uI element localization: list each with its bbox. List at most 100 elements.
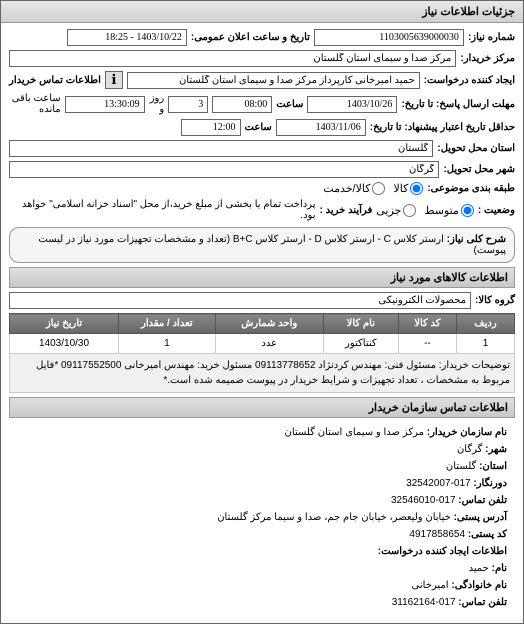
- contact-section-title: اطلاعات تماس سازمان خریدار: [9, 397, 515, 418]
- notes-label: توضیحات خریدار:: [439, 360, 510, 371]
- radio-medium[interactable]: متوسط: [424, 204, 474, 217]
- city-label: شهر محل تحویل:: [443, 164, 515, 175]
- family-label: نام خانوادگی:: [451, 580, 507, 591]
- radio-all-input[interactable]: [410, 182, 423, 195]
- row-request-no: شماره نیاز: تاریخ و ساعت اعلان عمومی:: [9, 29, 515, 46]
- table-head: ردیف کد کالا نام کالا واحد شمارش تعداد /…: [10, 314, 515, 334]
- keywords-text: ارستر کلاس C - ارستر کلاس D - ارستر کلاس…: [38, 234, 506, 256]
- contact-address: آدرس پستی: خیابان ولیعصر، خیابان جام جم،…: [17, 509, 507, 526]
- org-label: نام سازمان خریدار:: [427, 427, 507, 438]
- validity-time-label: ساعت: [245, 122, 272, 133]
- row-city: شهر محل تحویل:: [9, 161, 515, 178]
- contact-tel: تلفن تماس: 017-31162164: [17, 594, 507, 611]
- category-label: طبقه بندی موضوعی:: [427, 183, 515, 194]
- row-category: طبقه بندی موضوعی: کالا کالا/خدمت: [9, 182, 515, 195]
- contact-phone: تلفن تماس: 017-32546010: [17, 492, 507, 509]
- row-buyer-center: مرکز خریدار:: [9, 50, 515, 67]
- category-radio-group: کالا کالا/خدمت: [323, 182, 423, 195]
- radio-goods-label: کالا/خدمت: [323, 182, 370, 195]
- keywords-label: شرح کلی نیاز:: [447, 234, 506, 245]
- validity-date-input[interactable]: [276, 119, 366, 136]
- cell-code: --: [398, 334, 456, 354]
- deadline-date-input[interactable]: [307, 96, 397, 113]
- buyer-center-input[interactable]: [9, 50, 456, 67]
- details-panel: جزئیات اطلاعات نیاز شماره نیاز: تاریخ و …: [0, 0, 524, 624]
- province-label: استان محل تحویل:: [437, 143, 515, 154]
- addr-value: خیابان ولیعصر، خیابان جام جم، صدا و سیما…: [217, 512, 451, 523]
- row-province: استان محل تحویل:: [9, 140, 515, 157]
- radio-all[interactable]: کالا: [393, 182, 423, 195]
- addr-label: آدرس پستی:: [454, 512, 507, 523]
- row-goods-group: گروه کالا:: [9, 292, 515, 309]
- c-prov-label: استان:: [479, 461, 507, 472]
- hours-remain-input: [65, 96, 145, 113]
- phone-value: 017-32546010: [391, 495, 456, 506]
- request-no-label: شماره نیاز:: [468, 32, 515, 43]
- notes-cell: توضیحات خریدار: مسئول فنی: مهندس کردنژاد…: [10, 354, 515, 393]
- cell-name: کنتاکتور: [323, 334, 398, 354]
- cell-qty: 1: [119, 334, 216, 354]
- radio-goods[interactable]: کالا/خدمت: [323, 182, 385, 195]
- th-name: نام کالا: [323, 314, 398, 334]
- contact-org: نام سازمان خریدار: مرکز صدا و سیمای استا…: [17, 424, 507, 441]
- th-unit: واحد شمارش: [215, 314, 323, 334]
- c-prov-value: گلستان: [446, 461, 476, 472]
- request-no-input[interactable]: [314, 29, 464, 46]
- deadline-label: مهلت ارسال پاسخ: تا تاریخ:: [401, 99, 515, 110]
- table-body: 1 -- کنتاکتور عدد 1 1403/10/30 توضیحات خ…: [10, 334, 515, 393]
- row-situation: وضعیت : متوسط جزیی فرآیند خرید : پرداخت …: [9, 199, 515, 221]
- th-date: تاریخ نیاز: [10, 314, 119, 334]
- goods-group-input[interactable]: [9, 292, 471, 309]
- family-value: امیرخانی: [412, 580, 449, 591]
- table-row: 1 -- کنتاکتور عدد 1 1403/10/30: [10, 334, 515, 354]
- row-deadline: مهلت ارسال پاسخ: تا تاریخ: ساعت روز و سا…: [9, 93, 515, 115]
- validity-time-input[interactable]: [181, 119, 241, 136]
- keywords-box: شرح کلی نیاز: ارستر کلاس C - ارستر کلاس …: [9, 227, 515, 263]
- th-qty: تعداد / مقدار: [119, 314, 216, 334]
- requester-label: ایجاد کننده درخواست:: [424, 75, 515, 86]
- radio-medium-input[interactable]: [461, 204, 474, 217]
- c-city-label: شهر:: [485, 444, 507, 455]
- panel-title: جزئیات اطلاعات نیاز: [1, 1, 523, 23]
- fax-label: دورنگار:: [473, 478, 507, 489]
- hours-remain-label: ساعت باقی مانده: [9, 93, 61, 115]
- radio-goods-input[interactable]: [372, 182, 385, 195]
- postal-value: 4917858654: [409, 529, 465, 540]
- radio-partial-input[interactable]: [403, 204, 416, 217]
- row-requester: ایجاد کننده درخواست: ℹ اطلاعات تماس خرید…: [9, 71, 515, 89]
- city-input[interactable]: [9, 161, 439, 178]
- contact-province: استان: گلستان: [17, 458, 507, 475]
- contact-info-button[interactable]: ℹ: [105, 71, 123, 89]
- contact-name: نام: حمید: [17, 560, 507, 577]
- row-validity: حداقل تاریخ اعتبار پیشنهاد: تا تاریخ: سا…: [9, 119, 515, 136]
- org-value: مرکز صدا و سیمای استان گلستان: [285, 427, 424, 438]
- req-info-label: اطلاعات ایجاد کننده درخواست:: [378, 546, 507, 557]
- province-input[interactable]: [9, 140, 433, 157]
- goods-section-title: اطلاعات کالاهای مورد نیاز: [9, 267, 515, 288]
- goods-group-label: گروه کالا:: [475, 295, 515, 306]
- public-datetime-label: تاریخ و ساعت اعلان عمومی:: [191, 32, 310, 43]
- deadline-time-input[interactable]: [212, 96, 272, 113]
- cell-idx: 1: [457, 334, 515, 354]
- goods-table: ردیف کد کالا نام کالا واحد شمارش تعداد /…: [9, 313, 515, 393]
- tel-value: 017-31162164: [392, 597, 456, 608]
- name-label: نام:: [492, 563, 507, 574]
- contact-fax: دورنگار: 017-32542007: [17, 475, 507, 492]
- deadline-time-label: ساعت: [276, 99, 303, 110]
- requester-input[interactable]: [127, 72, 420, 89]
- cell-date: 1403/10/30: [10, 334, 119, 354]
- th-idx: ردیف: [457, 314, 515, 334]
- process-note: پرداخت تمام یا بخشی از مبلغ خرید،از محل …: [9, 199, 315, 221]
- radio-partial-label: جزیی: [376, 204, 401, 217]
- situation-label: وضعیت :: [478, 205, 515, 216]
- public-datetime-input[interactable]: [67, 29, 187, 46]
- panel-body: شماره نیاز: تاریخ و ساعت اعلان عمومی: مر…: [1, 23, 523, 623]
- radio-partial[interactable]: جزیی: [376, 204, 416, 217]
- process-label: فرآیند خرید :: [319, 205, 372, 216]
- contact-req-info: اطلاعات ایجاد کننده درخواست:: [17, 543, 507, 560]
- c-city-value: گرگان: [457, 444, 482, 455]
- name-value: حمید: [469, 563, 489, 574]
- contact-family: نام خانوادگی: امیرخانی: [17, 577, 507, 594]
- days-remain-label: روز و: [149, 93, 165, 115]
- radio-medium-label: متوسط: [424, 204, 459, 217]
